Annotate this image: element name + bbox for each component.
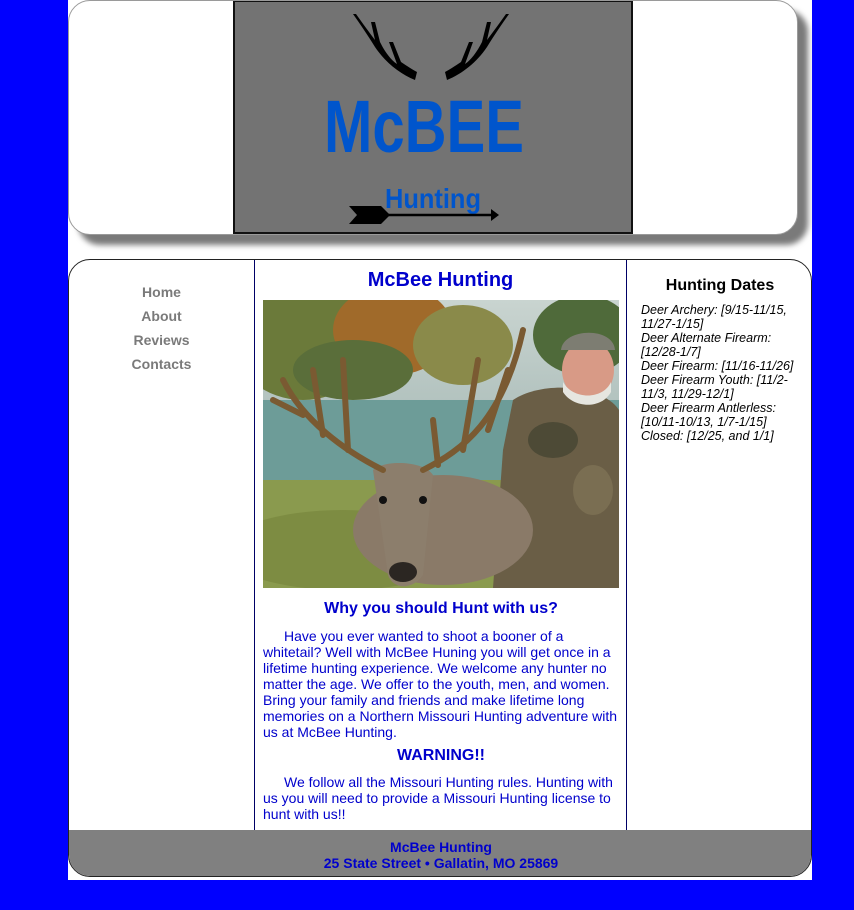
date-item: Deer Firearm Youth: [11/2-11/3, 11/29-12… xyxy=(641,373,788,401)
main-content: McBee Hunting Why you should Hunt with u… xyxy=(254,260,627,830)
hunter-with-buck-photo xyxy=(263,300,619,588)
header: McBEE Hunting xyxy=(68,0,798,235)
logo: McBEE Hunting xyxy=(233,1,633,234)
footer-address: 25 State Street • Gallatin, MO 25869 xyxy=(323,855,559,871)
logo-subtitle: Hunting xyxy=(385,183,481,214)
left-antler-icon xyxy=(353,14,417,80)
why-paragraph: Have you ever wanted to shoot a booner o… xyxy=(263,628,618,740)
main-container: Home About Reviews Contacts McBee Huntin… xyxy=(68,259,812,877)
hunting-dates-panel: Hunting Dates Deer Archery: [9/15-11/15,… xyxy=(627,260,811,830)
nav-link-contacts[interactable]: Contacts xyxy=(69,352,254,376)
date-item: Deer Firearm Antlerless: [10/11-10/13, 1… xyxy=(641,401,776,429)
logo-title: McBEE xyxy=(324,85,524,168)
date-item: Deer Archery: [9/15-11/15, 11/27-1/15] xyxy=(641,303,787,331)
sidebar-nav: Home About Reviews Contacts xyxy=(69,260,254,830)
footer-name: McBee Hunting xyxy=(390,839,492,855)
antlers-arrow-logo: McBEE Hunting xyxy=(324,14,524,224)
page: McBEE Hunting Home About Reviews Contact… xyxy=(68,0,812,880)
date-item: Closed: [12/25, and 1/1] xyxy=(641,429,774,443)
footer: McBee Hunting 25 State Street • Gallatin… xyxy=(69,830,811,876)
date-item: Deer Alternate Firearm: [12/28-1/7] xyxy=(641,331,772,359)
right-antler-icon xyxy=(445,14,509,80)
nav-link-home[interactable]: Home xyxy=(69,280,254,304)
page-title: McBee Hunting xyxy=(367,269,514,291)
warning-heading: WARNING!! xyxy=(397,747,485,764)
nav-link-reviews[interactable]: Reviews xyxy=(69,328,254,352)
nav-link-about[interactable]: About xyxy=(69,304,254,328)
date-item: Deer Firearm: [11/16-11/26] xyxy=(641,359,794,373)
why-heading: Why you should Hunt with us? xyxy=(324,600,558,617)
hunting-dates-title: Hunting Dates xyxy=(665,277,775,294)
warning-paragraph: We follow all the Missouri Hunting rules… xyxy=(263,774,613,822)
